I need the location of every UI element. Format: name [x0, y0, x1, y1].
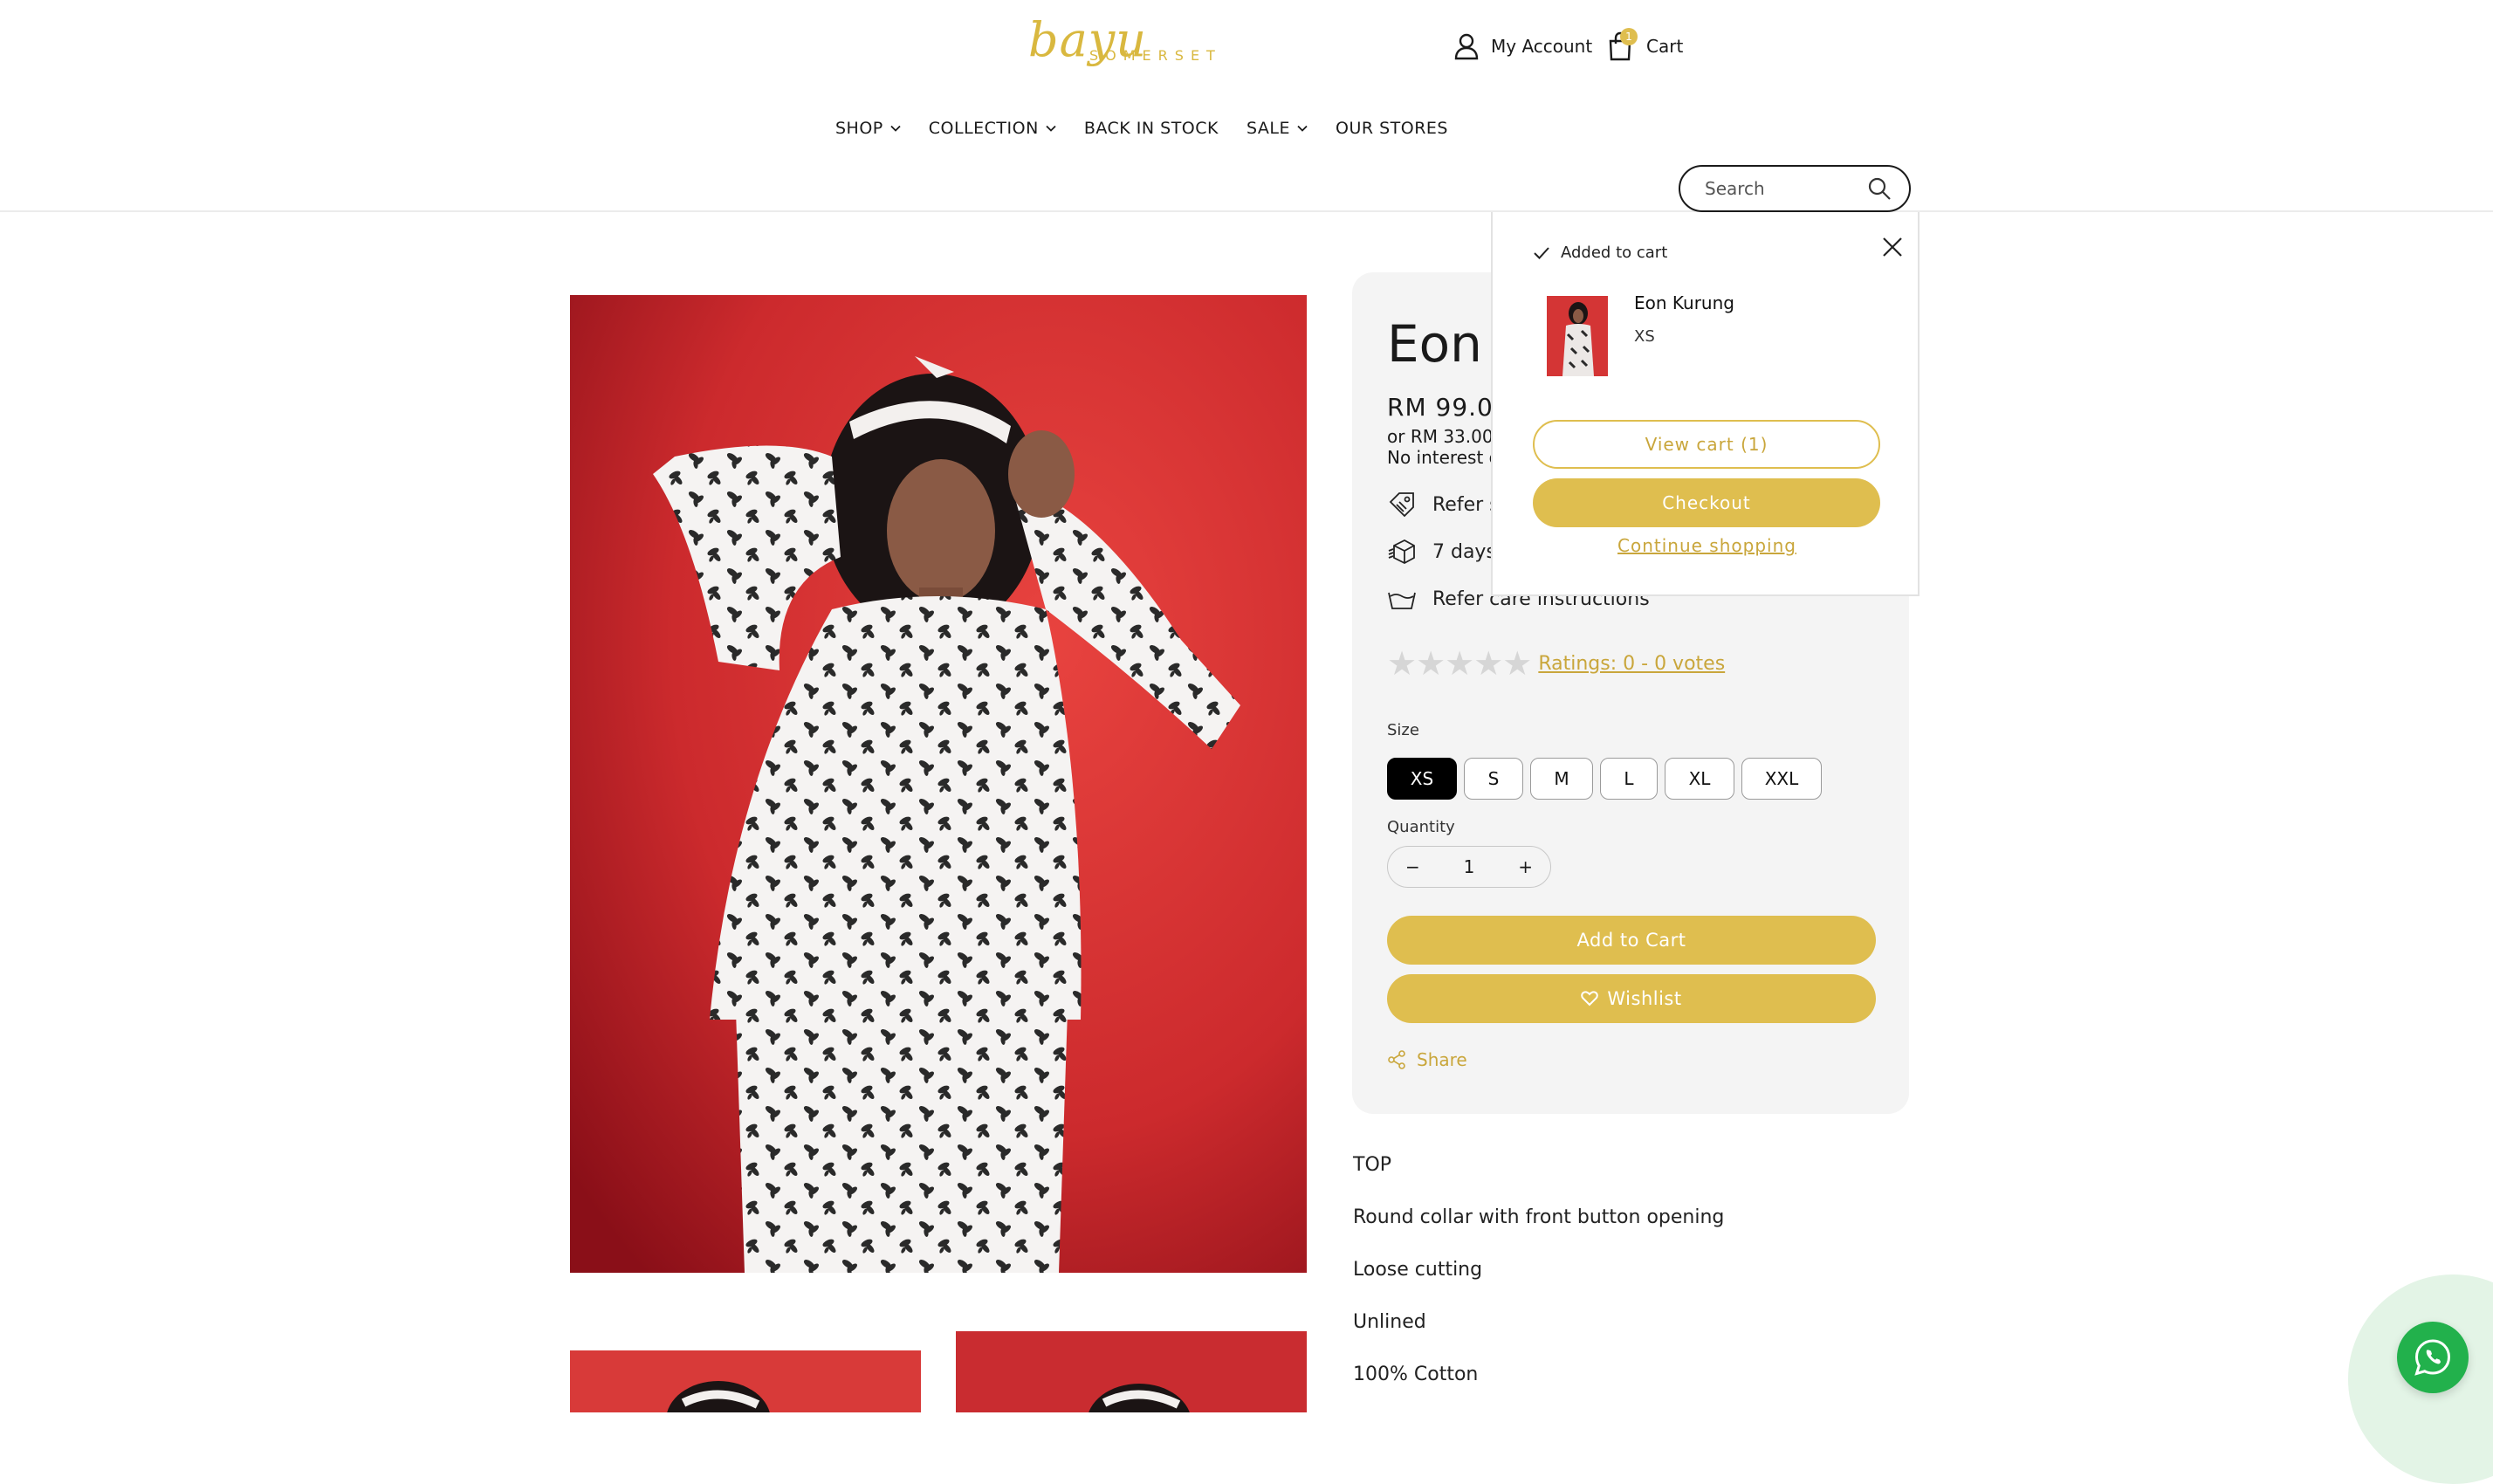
star-rating-icons[interactable]: ★★★★★: [1387, 647, 1532, 680]
search-box: [1679, 165, 1911, 212]
brand-logo[interactable]: bayu SOMERSET: [1021, 9, 1231, 87]
increase-quantity-button[interactable]: +: [1518, 856, 1533, 877]
added-to-cart-popup: Added to cart Eon Kurung XS View cart (1…: [1491, 212, 1920, 596]
quantity-value[interactable]: 1: [1464, 856, 1475, 877]
size-option-s[interactable]: S: [1464, 758, 1523, 800]
add-to-cart-label: Add to Cart: [1576, 930, 1686, 951]
my-account-link[interactable]: My Account: [1454, 30, 1592, 63]
nav-item-collection[interactable]: COLLECTION: [929, 119, 1056, 138]
size-label: Size: [1387, 721, 1419, 739]
user-icon: [1454, 33, 1479, 60]
tag-icon: [1389, 492, 1414, 518]
feature-text: Refer s: [1432, 493, 1500, 516]
nav-label: BACK IN STOCK: [1083, 119, 1219, 138]
product-thumbnail[interactable]: [956, 1331, 1307, 1412]
add-to-cart-button[interactable]: Add to Cart: [1387, 916, 1876, 965]
nav-item-back-in-stock[interactable]: BACK IN STOCK: [1084, 119, 1219, 138]
site-header: bayu SOMERSET My Account 1 Cart SHOP COL…: [0, 0, 2493, 212]
cart-item-variant: XS: [1634, 327, 1655, 346]
search-icon[interactable]: [1867, 176, 1892, 201]
size-option-l[interactable]: L: [1600, 758, 1658, 800]
nav-item-our-stores[interactable]: OUR STORES: [1336, 119, 1448, 138]
feature-text: 7 days: [1432, 540, 1496, 563]
product-thumbnail[interactable]: [570, 1350, 921, 1412]
cart-link[interactable]: 1 Cart: [1608, 28, 1684, 63]
ratings-link[interactable]: Ratings: 0 - 0 votes: [1538, 653, 1725, 675]
cart-label: Cart: [1646, 36, 1684, 57]
search-input[interactable]: [1703, 177, 1851, 200]
size-option-xxl[interactable]: XXL: [1741, 758, 1822, 800]
nav-item-sale[interactable]: SALE: [1246, 119, 1308, 138]
my-account-label: My Account: [1491, 36, 1593, 57]
nav-label: SHOP: [835, 119, 883, 138]
cart-icon-wrap: 1: [1608, 28, 1638, 61]
decrease-quantity-button[interactable]: −: [1405, 856, 1420, 877]
added-to-cart-label: Added to cart: [1561, 244, 1668, 262]
description-line: 100% Cotton: [1353, 1364, 1479, 1385]
size-option-m[interactable]: M: [1530, 758, 1593, 800]
view-cart-button[interactable]: View cart (1): [1533, 420, 1880, 469]
whatsapp-icon: [2414, 1339, 2451, 1376]
nav-label: OUR STORES: [1336, 119, 1448, 138]
product-main-image[interactable]: [570, 295, 1307, 1273]
main-navigation: SHOP COLLECTION BACK IN STOCK SALE OUR S…: [835, 115, 1448, 141]
nav-item-shop[interactable]: SHOP: [835, 119, 901, 138]
quantity-stepper: − 1 +: [1387, 846, 1551, 888]
cart-count-badge: 1: [1620, 28, 1638, 45]
feature-refer-size[interactable]: Refer s: [1387, 489, 1500, 520]
nav-label: COLLECTION: [928, 119, 1039, 138]
cart-item-name: Eon Kurung: [1634, 292, 1734, 313]
size-options: XS S M L XL XXL: [1387, 758, 1822, 800]
description-line: TOP: [1353, 1154, 1392, 1176]
whatsapp-chat-button[interactable]: [2397, 1322, 2469, 1393]
wishlist-label: Wishlist: [1607, 988, 1682, 1009]
chevron-down-icon: [1046, 125, 1056, 132]
quantity-label: Quantity: [1387, 818, 1455, 836]
share-icon: [1388, 1050, 1405, 1069]
description-line: Loose cutting: [1353, 1259, 1483, 1281]
close-icon[interactable]: [1877, 231, 1908, 263]
size-option-xl[interactable]: XL: [1665, 758, 1734, 800]
feature-return-policy[interactable]: 7 days: [1387, 536, 1496, 567]
checkmark-icon: [1534, 246, 1549, 259]
installment-note: No interest o: [1387, 447, 1500, 468]
logo-word: SOMERSET: [1089, 47, 1222, 64]
installment-amount: or RM 33.00: [1387, 426, 1494, 447]
nav-label: SALE: [1246, 119, 1290, 138]
rating-row: ★★★★★ Ratings: 0 - 0 votes: [1387, 646, 1725, 681]
wash-basin-icon: [1388, 592, 1416, 609]
chevron-down-icon: [1297, 125, 1308, 132]
installment-info: or RM 33.00 No interest o: [1387, 426, 1500, 468]
cart-item-thumbnail: [1547, 296, 1608, 376]
chevron-down-icon: [890, 125, 901, 132]
heart-icon: [1581, 991, 1599, 1007]
description-line: Round collar with front button opening: [1353, 1206, 1725, 1228]
wishlist-button[interactable]: Wishlist: [1387, 974, 1876, 1023]
size-option-xs[interactable]: XS: [1387, 758, 1457, 800]
share-label: Share: [1417, 1049, 1467, 1070]
share-button[interactable]: Share: [1387, 1049, 1467, 1070]
box-return-icon: [1388, 539, 1415, 565]
continue-shopping-link[interactable]: Continue shopping: [1493, 535, 1921, 556]
description-line: Unlined: [1353, 1311, 1426, 1333]
added-to-cart-status: Added to cart: [1533, 244, 1667, 262]
checkout-button[interactable]: Checkout: [1533, 478, 1880, 527]
